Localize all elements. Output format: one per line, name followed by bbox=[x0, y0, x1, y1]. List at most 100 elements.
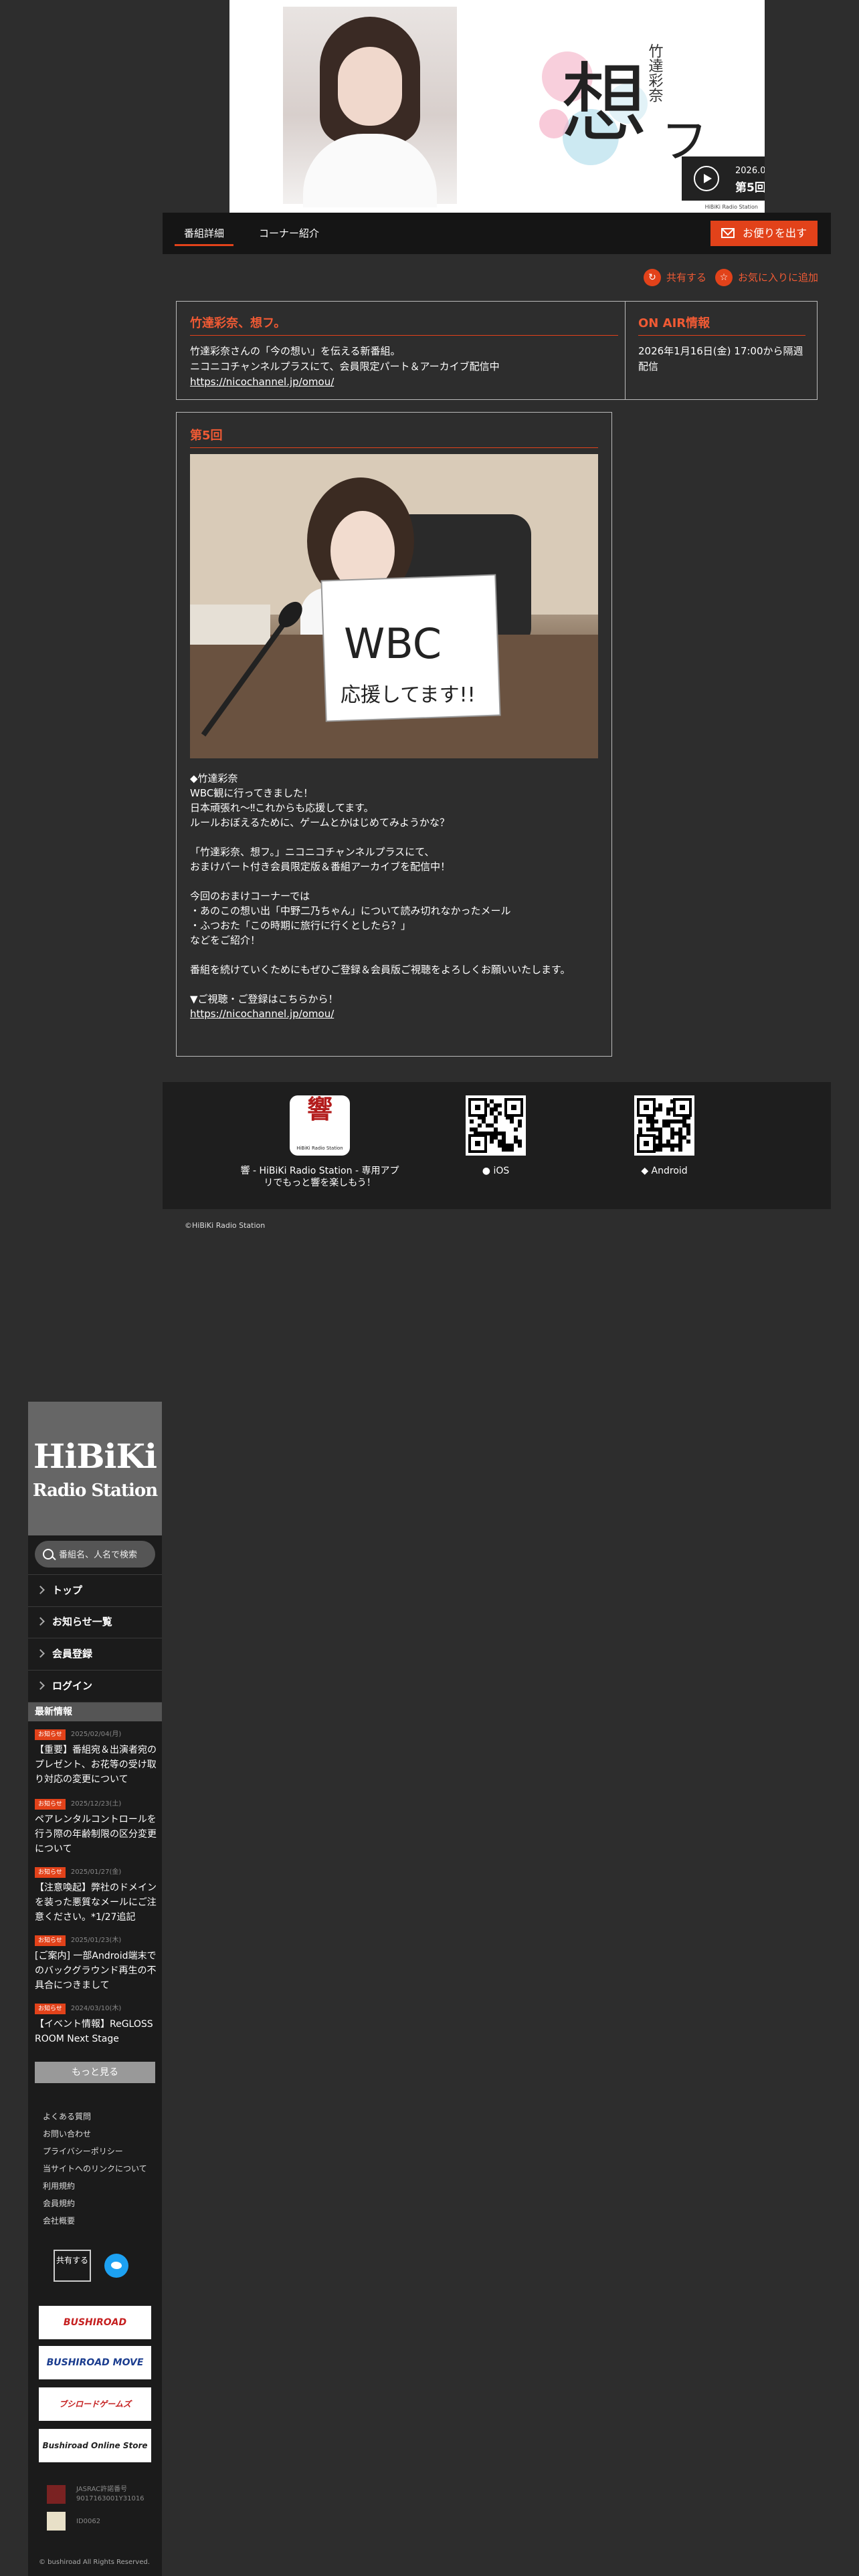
news-item[interactable]: お知らせ 2025/12/23(土) ペアレンタルコントロールを行う際の年齢制限の… bbox=[35, 1799, 158, 1856]
jasrac-text: JASRAC許諾番号 9017163001Y31016 bbox=[76, 2485, 145, 2504]
footer-link-company[interactable]: 会社概要 bbox=[43, 2216, 75, 2226]
tab-corner-intro[interactable]: コーナー紹介 bbox=[250, 213, 328, 254]
app-download-area: 響 HiBiKi Radio Station 響 - HiBiKi Radio … bbox=[163, 1082, 831, 1209]
search-icon bbox=[43, 1549, 54, 1560]
news-title: 【重要】番組宛＆出演者宛のプレゼント、お花等の受け取り対応の変更について bbox=[35, 1745, 157, 1785]
program-banner: 想 フ 竹達彩奈 2026.03.13 UP 第5回を聞く HiBiKi Rad… bbox=[229, 0, 765, 213]
host-photo bbox=[283, 7, 457, 207]
favorite-label: お気に入りに追加 bbox=[738, 272, 819, 284]
ios-label: iOS bbox=[493, 1166, 510, 1176]
sidebar-copyright: © bushiroad All Rights Reserved. bbox=[39, 2559, 150, 2566]
episode-body: ◆竹達彩奈 WBC観に行ってきました！ 日本頑張れ〜‼これからも応援してます。ルール… bbox=[190, 771, 598, 1021]
app-icon[interactable]: 響 HiBiKi Radio Station bbox=[290, 1095, 350, 1156]
episode-title: 第5回 bbox=[190, 426, 598, 448]
more-news-button[interactable]: もっと見る bbox=[35, 2062, 155, 2083]
program-title: 竹達彩奈、想フ。 bbox=[190, 314, 618, 336]
chevron-right-icon bbox=[36, 1586, 45, 1594]
chevron-right-icon bbox=[36, 1649, 45, 1658]
tab-program-detail[interactable]: 番組詳細 bbox=[175, 213, 234, 254]
favorite-link[interactable]: ☆ お気に入りに追加 bbox=[715, 269, 818, 286]
news-item[interactable]: お知らせ 2025/01/27(金) 【注意喚起】弊社のドメインを装った悪質なメー… bbox=[35, 1867, 158, 1925]
share-icon: ↻ bbox=[644, 269, 661, 286]
news-title: 【イベント情報】ReGLOSS ROOM Next Stage bbox=[35, 2019, 153, 2044]
site-logo[interactable]: HiBiKi Radio Station bbox=[28, 1402, 162, 1535]
news-badge: お知らせ bbox=[35, 2004, 66, 2014]
news-date: 2025/02/04(月) bbox=[70, 1731, 122, 1738]
footer-link-member-terms[interactable]: 会員規約 bbox=[43, 2199, 75, 2208]
episode-body-line bbox=[190, 948, 598, 962]
title-art-char: 想 bbox=[561, 53, 648, 154]
episode-body-line: ・あのこの想い出「中野二乃ちゃん」について読み切れなかったメール bbox=[190, 905, 511, 917]
news-header: 最新情報 bbox=[28, 1703, 162, 1721]
android-column: ◆ Android bbox=[584, 1095, 745, 1177]
banner-bushiroad-games[interactable]: ブシロードゲームズ bbox=[39, 2387, 151, 2421]
nextone-logo bbox=[47, 2512, 66, 2531]
news-date: 2025/01/27(金) bbox=[70, 1868, 122, 1876]
mail-icon bbox=[721, 228, 735, 238]
app-column: 響 HiBiKi Radio Station 響 - HiBiKi Radio … bbox=[240, 1095, 400, 1189]
nav-register-label: 会員登録 bbox=[52, 1648, 93, 1660]
news-title: 【注意喚起】弊社のドメインを装った悪質なメールにご注意ください。*1/27追記 bbox=[35, 1883, 157, 1923]
info-divider bbox=[625, 302, 626, 399]
program-info-box: 竹達彩奈、想フ。 竹達彩奈さんの「今の想い」を伝える新番組。 ニコニコチャンネル… bbox=[176, 301, 818, 400]
send-mail-button[interactable]: お便りを出す bbox=[710, 221, 818, 246]
banner-bushiroad-move[interactable]: BUSHIROAD MOVE bbox=[39, 2346, 151, 2379]
episode-body-line: ◆竹達彩奈 bbox=[190, 772, 238, 784]
episode-body-line: ルールおぼえるために、ゲームとかはじめてみようかな？ bbox=[190, 817, 450, 829]
footer-link-faq[interactable]: よくある質問 bbox=[43, 2112, 91, 2121]
episode-body-line: 日本頑張れ〜‼これからも応援してます。 bbox=[190, 802, 374, 814]
news-date: 2025/01/23(木) bbox=[70, 1937, 122, 1944]
program-desc-2: ニコニコチャンネルプラスにて、会員限定パート＆アーカイブ配信中 bbox=[190, 360, 500, 372]
news-item[interactable]: お知らせ 2025/01/23(木) [ご案内] 一部Android端末でのバック… bbox=[35, 1935, 158, 1993]
jasrac-line-1: JASRAC許諾番号 bbox=[76, 2486, 128, 2493]
star-icon: ☆ bbox=[715, 269, 733, 286]
program-link[interactable]: https://nicochannel.jp/omou/ bbox=[190, 376, 334, 388]
nav-login-label: ログイン bbox=[52, 1680, 93, 1692]
nav-top-label: トップ bbox=[52, 1584, 83, 1596]
news-date: 2024/03/10(木) bbox=[70, 2005, 122, 2012]
nav-login[interactable]: ログイン bbox=[28, 1671, 162, 1703]
episode-body-line: WBC観に行ってきました！ bbox=[190, 787, 314, 799]
chevron-right-icon bbox=[36, 1681, 45, 1690]
onair-text: 2026年1月16日(金) 17:00から隔週配信 bbox=[638, 345, 803, 372]
episode-body-line bbox=[190, 874, 598, 889]
search-input[interactable] bbox=[58, 1546, 157, 1564]
nav-register[interactable]: 会員登録 bbox=[28, 1638, 162, 1671]
footer-link-contact[interactable]: お問い合わせ bbox=[43, 2129, 91, 2139]
jasrac-logo bbox=[47, 2485, 66, 2504]
listen-latest-button[interactable]: 2026.03.13 UP 第5回を聞く bbox=[682, 156, 765, 201]
ios-qr-code[interactable] bbox=[466, 1095, 526, 1156]
app-icon-text: 響 bbox=[306, 1094, 332, 1124]
banner-bushiroad[interactable]: BUSHIROAD bbox=[39, 2306, 151, 2339]
nav-news[interactable]: お知らせ一覧 bbox=[28, 1606, 162, 1638]
latest-date: 2026.03.13 UP bbox=[735, 166, 765, 176]
search-box bbox=[35, 1541, 157, 1568]
banner-credit: HiBiKi Radio Station bbox=[704, 204, 758, 210]
news-title: ペアレンタルコントロールを行う際の年齢制限の区分変更について bbox=[35, 1814, 157, 1854]
footer-link-linking[interactable]: 当サイトへのリンクについて bbox=[43, 2164, 147, 2173]
nav-top[interactable]: トップ bbox=[28, 1574, 162, 1607]
episode-photo: WBC 応援してます!! bbox=[190, 454, 598, 758]
news-item[interactable]: お知らせ 2024/03/10(木) 【イベント情報】ReGLOSS ROOM N… bbox=[35, 2004, 158, 2046]
episode-body-line: などをご紹介！ bbox=[190, 934, 261, 946]
nav-news-label: お知らせ一覧 bbox=[52, 1616, 112, 1628]
share-link[interactable]: ↻ 共有する bbox=[644, 269, 706, 286]
app-icon-sub: HiBiKi Radio Station bbox=[296, 1146, 343, 1151]
android-label: Android bbox=[651, 1166, 688, 1176]
logo-line-2: Radio Station bbox=[32, 1481, 158, 1501]
banner-online-store[interactable]: Bushiroad Online Store bbox=[39, 2429, 151, 2462]
episode-link[interactable]: https://nicochannel.jp/omou/ bbox=[190, 1008, 334, 1020]
episode-box: 第5回 WBC 応援してます!! ◆竹達彩奈 WBC観に行ってきました！ 日本頑張れ… bbox=[176, 412, 612, 1057]
send-mail-label: お便りを出す bbox=[743, 227, 807, 239]
app-caption: 響 - HiBiKi Radio Station - 専用アプリでもっと響を楽し… bbox=[240, 1166, 399, 1188]
android-qr-code[interactable] bbox=[634, 1095, 694, 1156]
news-date: 2025/12/23(土) bbox=[70, 1800, 122, 1808]
news-item[interactable]: お知らせ 2025/02/04(月) 【重要】番組宛＆出演者宛のプレゼント、お花等… bbox=[35, 1729, 158, 1787]
footer-link-terms[interactable]: 利用規約 bbox=[43, 2181, 75, 2191]
twitter-icon[interactable] bbox=[104, 2254, 128, 2278]
episode-body-line: 「竹達彩奈、想フ。」ニコニコチャンネルプラスにて、 bbox=[190, 846, 435, 858]
sign-text-2: 応援してます!! bbox=[341, 683, 476, 707]
sidebar-share-button[interactable]: 共有する bbox=[54, 2250, 91, 2282]
footer-link-privacy[interactable]: プライバシーポリシー bbox=[43, 2147, 123, 2156]
program-desc-1: 竹達彩奈さんの「今の想い」を伝える新番組。 bbox=[190, 345, 401, 357]
